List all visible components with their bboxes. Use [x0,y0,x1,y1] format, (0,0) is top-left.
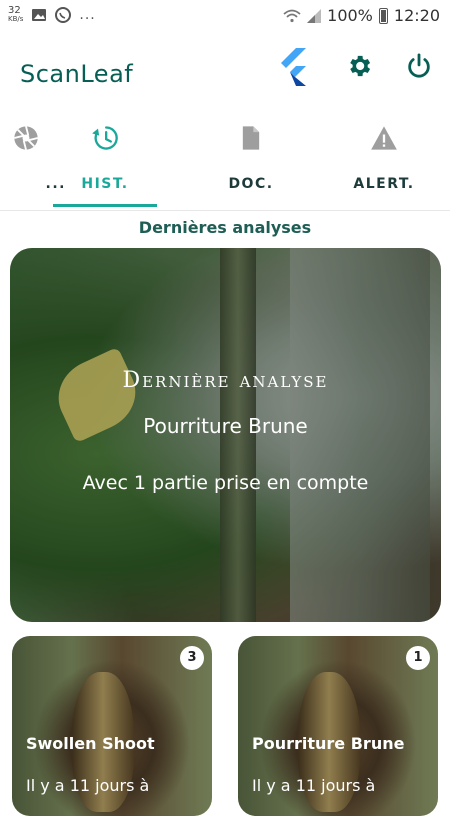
card-title: Pourriture Brune [252,734,405,753]
clock: 12:20 [393,6,440,25]
warning-icon [371,126,397,150]
tab-alerts[interactable]: ALERT. [328,112,440,208]
section-title: Dernières analyses [138,218,312,237]
camera-aperture-icon [14,126,38,150]
hero-subtitle: Avec 1 partie prise en compte [82,472,369,494]
gear-icon[interactable] [345,52,373,80]
card-title: Swollen Shoot [26,734,155,753]
history-icon [92,126,118,150]
status-bar: 32 KB/s ... 100% 12:20 [0,0,450,34]
more-notifications: ... [79,7,96,23]
card-date: Il y a 11 jours à [252,776,376,795]
tab-documents-label: DOC. [228,176,274,192]
power-icon[interactable] [405,52,433,80]
signal-icon [307,8,322,23]
tab-history-label: HIST. [81,176,129,192]
network-speed-unit: KB/s [8,15,24,23]
app-bar: ScanLeaf [0,34,450,112]
card-date: Il y a 11 jours à [26,776,150,795]
hero-disease-name: Pourriture Brune [143,414,308,438]
whatsapp-icon [55,7,72,23]
wifi-icon [283,9,301,22]
hero-kicker: Dernière analyse [122,368,329,393]
battery-percent: 100% [327,6,373,25]
flutter-icon[interactable] [280,48,310,86]
network-speed: 32 KB/s [8,6,23,24]
analysis-card[interactable]: 1 Pourriture Brune Il y a 11 jours à [238,636,438,816]
document-icon [242,126,260,150]
tab-history[interactable]: HIST. [49,112,161,208]
analysis-card[interactable]: 3 Swollen Shoot Il y a 11 jours à [12,636,212,816]
battery-icon [378,7,388,24]
latest-analysis-card[interactable]: Dernière analyse Pourriture Brune Avec 1… [10,248,441,622]
tab-indicator [53,204,157,207]
status-bar-right: 100% 12:20 [283,6,440,25]
status-bar-left: 32 KB/s ... [8,6,96,24]
tab-bar: ... HIST. DOC. ALERT. [0,112,450,211]
parts-count-badge: 3 [180,646,204,670]
network-speed-value: 32 [8,5,21,16]
gallery-icon [32,9,47,21]
parts-count-badge: 1 [406,646,430,670]
tab-alerts-label: ALERT. [353,176,415,192]
tab-documents[interactable]: DOC. [195,112,307,208]
app-title: ScanLeaf [20,60,134,88]
